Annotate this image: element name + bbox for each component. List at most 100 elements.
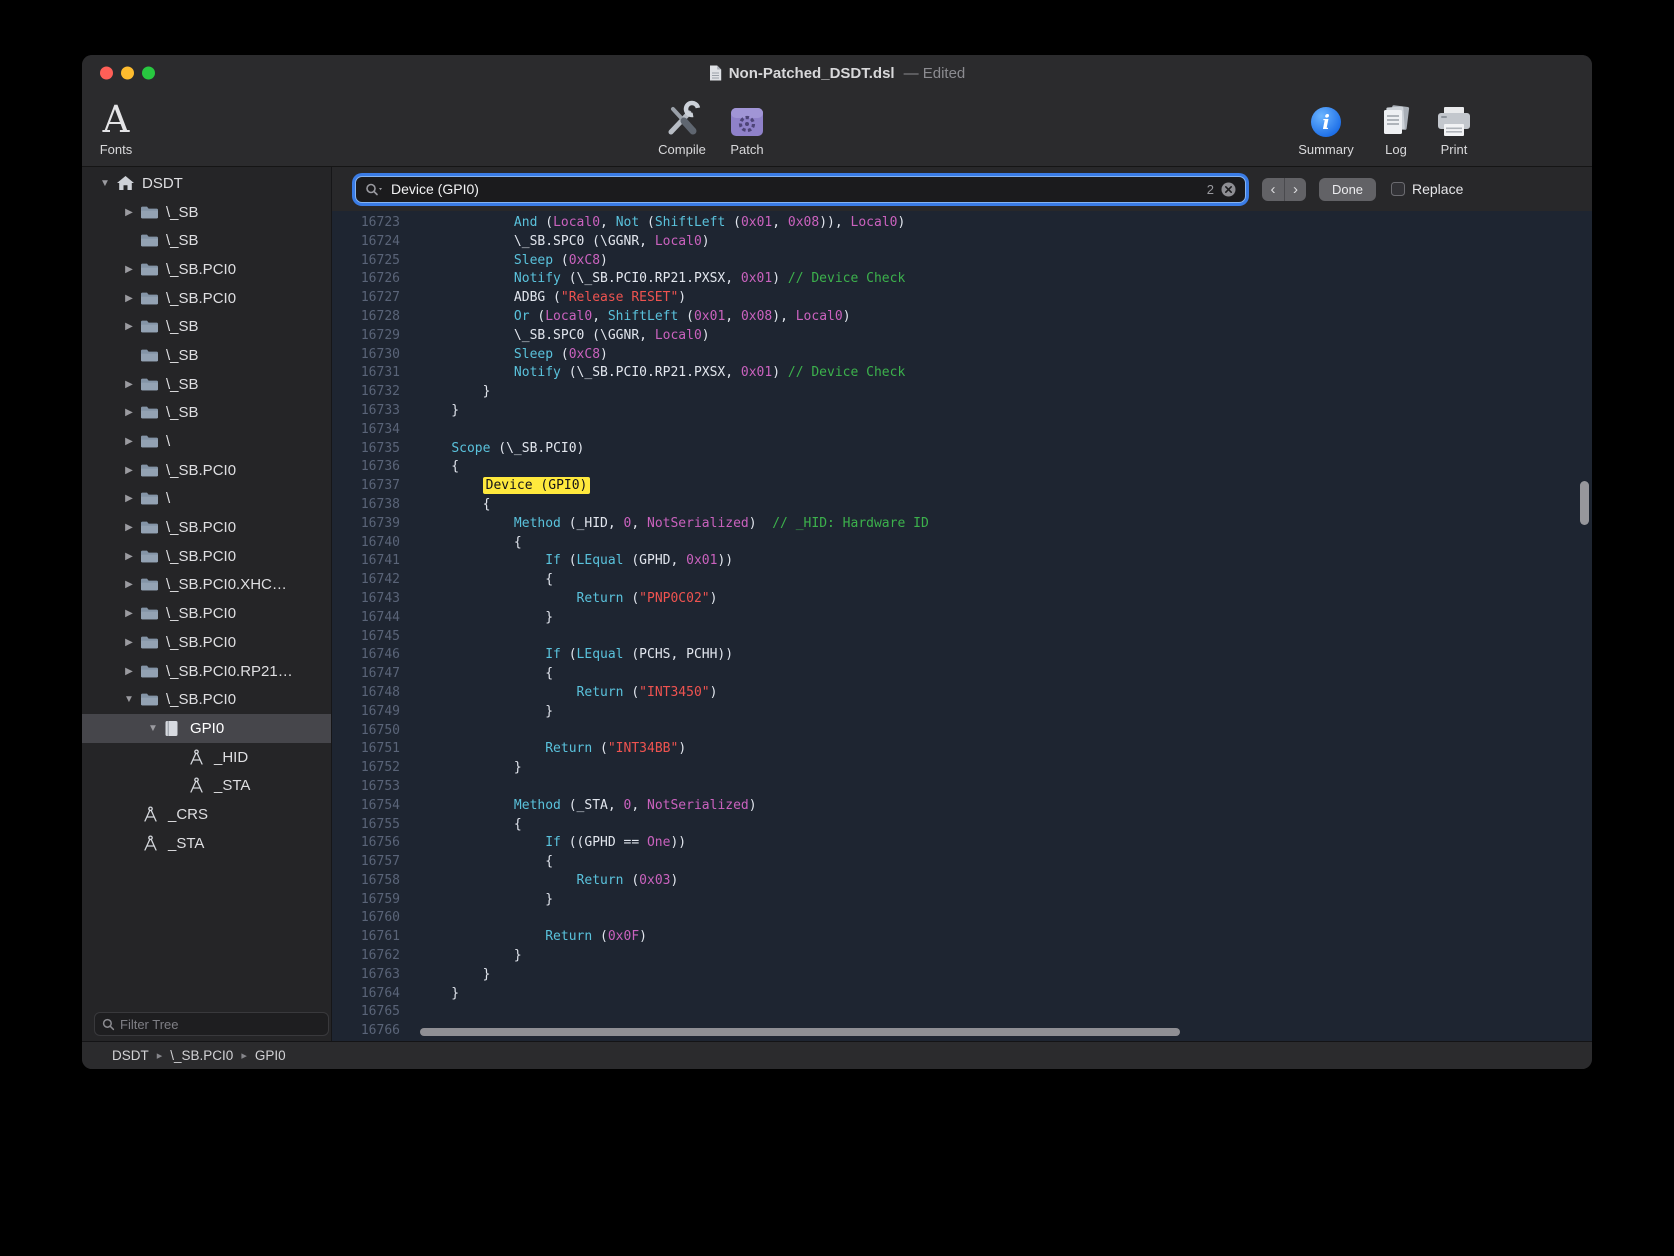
tree-item-label: \ <box>166 433 170 450</box>
tree-item-sb-pci0[interactable]: ▶\_SB.PCI0 <box>82 599 331 628</box>
clear-search-icon[interactable] <box>1221 182 1236 197</box>
disclosure-triangle-collapsed-icon[interactable]: ▶ <box>118 436 140 447</box>
app-window: Non-Patched_DSDT.dsl — Edited A Fonts Co… <box>82 55 1592 1069</box>
disclosure-triangle-collapsed-icon[interactable]: ▶ <box>118 264 140 275</box>
disclosure-triangle-expanded-icon[interactable]: ▼ <box>142 723 164 734</box>
disclosure-triangle-collapsed-icon[interactable]: ▶ <box>118 293 140 304</box>
tree-item-sb-pci0[interactable]: ▶\_SB.PCI0 <box>82 513 331 542</box>
summary-button[interactable]: i Summary <box>1293 98 1359 157</box>
tree-item-[interactable]: ▶\ <box>82 427 331 456</box>
document-proxy-icon[interactable] <box>709 65 722 81</box>
line-number: 16761 <box>332 928 400 947</box>
tree-item-sb-pci0-xhc[interactable]: ▶\_SB.PCI0.XHC… <box>82 571 331 600</box>
code-line-text: \_SB.SPC0 (\GGNR, Local0) <box>400 233 710 252</box>
code-line-text: { <box>400 816 522 835</box>
disclosure-triangle-collapsed-icon[interactable]: ▶ <box>118 465 140 476</box>
breadcrumb-item[interactable]: GPI0 <box>255 1048 286 1063</box>
vertical-scrollbar[interactable] <box>1580 481 1589 525</box>
disclosure-triangle-collapsed-icon[interactable]: ▶ <box>118 207 140 218</box>
code-line: 16747 { <box>332 665 1592 684</box>
horizontal-scrollbar[interactable] <box>420 1028 1180 1036</box>
tree-item-sb[interactable]: ▶\_SB <box>82 312 331 341</box>
compile-button[interactable]: Compile <box>649 98 715 157</box>
disclosure-triangle-collapsed-icon[interactable]: ▶ <box>118 407 140 418</box>
fonts-button[interactable]: A Fonts <box>83 98 149 157</box>
tree-item-label: _HID <box>214 749 248 766</box>
patch-button[interactable]: Patch <box>714 98 780 157</box>
match-count: 2 <box>1207 182 1214 197</box>
tree-item-sb[interactable]: ▶\_SB <box>82 198 331 227</box>
tree-item-hid[interactable]: _HID <box>82 743 331 772</box>
disclosure-triangle-expanded-icon[interactable]: ▼ <box>94 178 116 189</box>
disclosure-triangle-collapsed-icon[interactable]: ▶ <box>118 493 140 504</box>
tree-item-sta[interactable]: _STA <box>82 829 331 858</box>
folder-icon <box>140 262 166 277</box>
disclosure-triangle-collapsed-icon[interactable]: ▶ <box>118 666 140 677</box>
breadcrumb-item[interactable]: \_SB.PCI0 <box>170 1048 233 1063</box>
code-token: ADBG ( <box>420 290 561 305</box>
line-number: 16740 <box>332 534 400 553</box>
log-button[interactable]: Log <box>1363 98 1429 157</box>
disclosure-triangle-collapsed-icon[interactable]: ▶ <box>118 608 140 619</box>
tree-item-crs[interactable]: _CRS <box>82 800 331 829</box>
code-token: } <box>420 384 490 399</box>
code-line-text: Return ("INT34BB") <box>400 740 686 759</box>
zoom-window-button[interactable] <box>142 67 155 80</box>
code-editor[interactable]: 16723 And (Local0, Not (ShiftLeft (0x01,… <box>332 211 1592 1041</box>
code-token <box>420 798 514 813</box>
replace-checkbox[interactable] <box>1391 182 1405 196</box>
code-token: ( <box>561 553 577 568</box>
find-previous-button[interactable]: ‹ <box>1262 178 1284 201</box>
tree-item-sb-pci0[interactable]: ▼\_SB.PCI0 <box>82 685 331 714</box>
tree-item-sta[interactable]: _STA <box>82 771 331 800</box>
filter-tree-input[interactable] <box>120 1017 321 1032</box>
folder-icon <box>140 577 166 592</box>
find-input-field[interactable]: Device (GPI0) 2 <box>355 176 1246 203</box>
tree-item-sb[interactable]: \_SB <box>82 341 331 370</box>
done-button[interactable]: Done <box>1319 178 1376 201</box>
tree-item-sb-pci0-rp21[interactable]: ▶\_SB.PCI0.RP21… <box>82 657 331 686</box>
line-number: 16760 <box>332 909 400 928</box>
tree-item-sb-pci0[interactable]: ▶\_SB.PCI0 <box>82 284 331 313</box>
disclosure-triangle-collapsed-icon[interactable]: ▶ <box>118 522 140 533</box>
tree-item-sb[interactable]: ▶\_SB <box>82 370 331 399</box>
line-number: 16736 <box>332 458 400 477</box>
print-button[interactable]: Print <box>1421 98 1487 157</box>
disclosure-triangle-collapsed-icon[interactable]: ▶ <box>118 579 140 590</box>
code-token: If <box>545 835 561 850</box>
tree-item-sb[interactable]: \_SB <box>82 226 331 255</box>
titlebar[interactable]: Non-Patched_DSDT.dsl — Edited <box>82 55 1592 91</box>
disclosure-triangle-collapsed-icon[interactable]: ▶ <box>118 321 140 332</box>
summary-info-icon: i <box>1311 107 1341 137</box>
filter-tree-field[interactable] <box>94 1012 329 1036</box>
code-line: 16756 If ((GPHD == One)) <box>332 834 1592 853</box>
breadcrumb-item[interactable]: DSDT <box>112 1048 149 1063</box>
code-line-text: { <box>400 665 553 684</box>
tree-item-sb-pci0[interactable]: ▶\_SB.PCI0 <box>82 542 331 571</box>
tree-item-gpi0[interactable]: ▼GPI0 <box>82 714 331 743</box>
folder-icon <box>140 491 166 506</box>
code-token: Method <box>514 798 561 813</box>
tree-item-sb-pci0[interactable]: ▶\_SB.PCI0 <box>82 628 331 657</box>
code-line: 16759 } <box>332 891 1592 910</box>
tree-item-[interactable]: ▶\ <box>82 485 331 514</box>
code-line-text: } <box>400 609 553 628</box>
disclosure-triangle-collapsed-icon[interactable]: ▶ <box>118 551 140 562</box>
code-line-text: Notify (\_SB.PCI0.RP21.PXSX, 0x01) // De… <box>400 364 905 383</box>
disclosure-triangle-expanded-icon[interactable]: ▼ <box>118 694 140 705</box>
code-token: { <box>420 572 553 587</box>
code-line-text: { <box>400 853 553 872</box>
tree-item-sb-pci0[interactable]: ▶\_SB.PCI0 <box>82 255 331 284</box>
code-token: } <box>420 967 490 982</box>
tree-item-sb[interactable]: ▶\_SB <box>82 399 331 428</box>
minimize-window-button[interactable] <box>121 67 134 80</box>
disclosure-triangle-collapsed-icon[interactable]: ▶ <box>118 637 140 648</box>
code-token: Local0 <box>545 309 592 324</box>
find-next-button[interactable]: › <box>1284 178 1306 201</box>
tree-item-dsdt[interactable]: ▼DSDT <box>82 169 331 198</box>
tree-item-sb-pci0[interactable]: ▶\_SB.PCI0 <box>82 456 331 485</box>
search-menu-icon[interactable] <box>365 183 384 196</box>
disclosure-triangle-collapsed-icon[interactable]: ▶ <box>118 379 140 390</box>
code-line-text <box>400 1003 420 1022</box>
close-window-button[interactable] <box>100 67 113 80</box>
